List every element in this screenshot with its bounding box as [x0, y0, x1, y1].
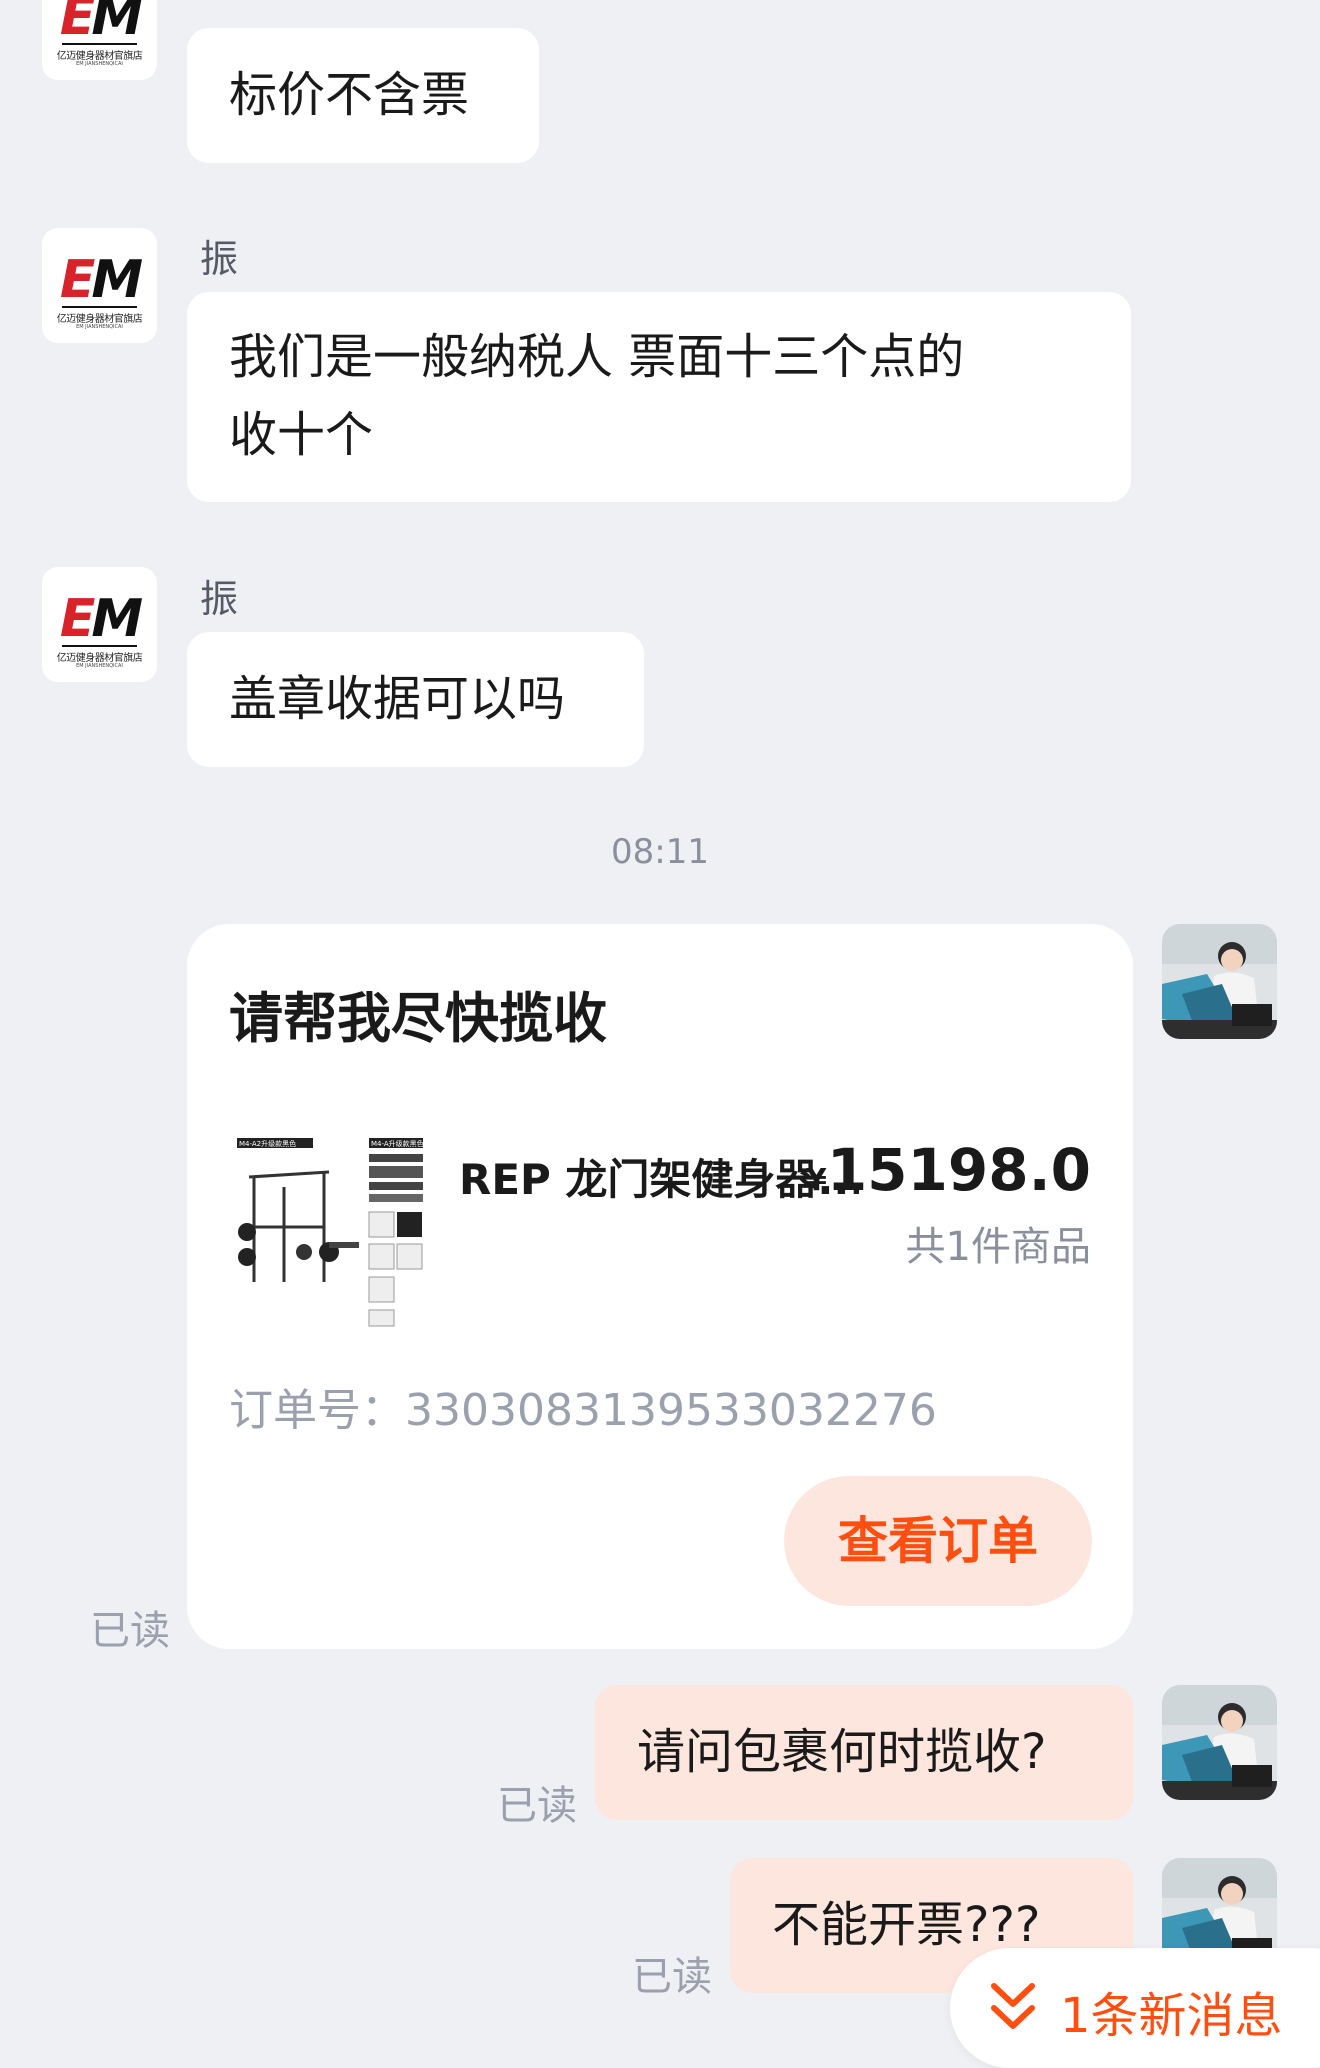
shop-store-en: EM JIANSHENQICAI: [76, 324, 123, 330]
my-message-bubble[interactable]: 请问包裹何时揽收?: [595, 1685, 1133, 1820]
read-status: 已读: [497, 1783, 577, 1829]
read-status: 已读: [632, 1954, 712, 2000]
message-bubble[interactable]: 标价不含票: [187, 28, 539, 163]
shop-avatar[interactable]: EM 亿迈健身器材官旗店 EM JIANSHENQICAI: [42, 567, 157, 682]
user-avatar[interactable]: [1162, 1685, 1277, 1800]
thumb-tag: M4-A2升级款黑色: [239, 1139, 296, 1148]
thumb-tag: M4-A升级款黑色: [371, 1139, 424, 1148]
currency-symbol: ¥: [805, 1163, 827, 1198]
price-value: 15198.0: [826, 1136, 1091, 1204]
shop-store-en: EM JIANSHENQICAI: [76, 663, 123, 669]
sender-name: 振: [200, 577, 239, 621]
read-status: 已读: [90, 1608, 170, 1654]
order-number[interactable]: 订单号：3303083139533032276: [229, 1374, 937, 1438]
shop-store-name: 亿迈健身器材官旗店: [56, 314, 143, 325]
message-text: 标价不含票: [229, 67, 470, 123]
shop-logo: EM: [59, 589, 143, 649]
new-message-pill[interactable]: 1条新消息: [950, 1948, 1320, 2068]
shop-logo: EM: [59, 0, 143, 47]
logo-divider: [62, 306, 137, 308]
message-text: 不能开票???: [772, 1897, 1041, 1953]
order-card[interactable]: 请帮我尽快揽收 M4-A2升级款黑色 M4-A升级款黑色 REP 龙门架健身器.…: [187, 924, 1133, 1649]
product-name[interactable]: REP 龙门架健身器...: [459, 1146, 859, 1207]
item-count: 共1件商品: [905, 1224, 1091, 1270]
view-order-button[interactable]: 查看订单: [784, 1476, 1092, 1606]
message-text: 我们是一般纳税人 票面十三个点的 收十个: [229, 329, 965, 463]
shop-avatar[interactable]: EM 亿迈健身器材官旗店 EM JIANSHENQICAI: [42, 228, 157, 343]
sender-name: 振: [200, 237, 239, 281]
message-bubble[interactable]: 我们是一般纳税人 票面十三个点的 收十个: [187, 292, 1131, 502]
message-bubble[interactable]: 盖章收据可以吗: [187, 632, 644, 767]
timestamp: 08:11: [611, 832, 709, 872]
shop-store-en: EM JIANSHENQICAI: [76, 61, 123, 67]
product-price: ¥15198.0: [806, 1136, 1091, 1204]
logo-divider: [62, 645, 137, 647]
logo-divider: [62, 43, 137, 45]
shop-store-name: 亿迈健身器材官旗店: [56, 653, 143, 664]
chevron-double-down-icon: [991, 1983, 1035, 2029]
shop-logo: EM: [59, 250, 143, 310]
shop-avatar[interactable]: EM 亿迈健身器材官旗店 EM JIANSHENQICAI: [42, 0, 157, 80]
order-card-title: 请帮我尽快揽收: [229, 987, 607, 1050]
message-text: 请问包裹何时揽收?: [637, 1724, 1047, 1780]
message-text: 盖章收据可以吗: [229, 671, 566, 727]
user-avatar[interactable]: [1162, 924, 1277, 1039]
shop-store-name: 亿迈健身器材官旗店: [56, 51, 143, 62]
new-message-label: 1条新消息: [1060, 1988, 1283, 2044]
product-thumbnail[interactable]: M4-A2升级款黑色 M4-A升级款黑色: [229, 1132, 429, 1332]
